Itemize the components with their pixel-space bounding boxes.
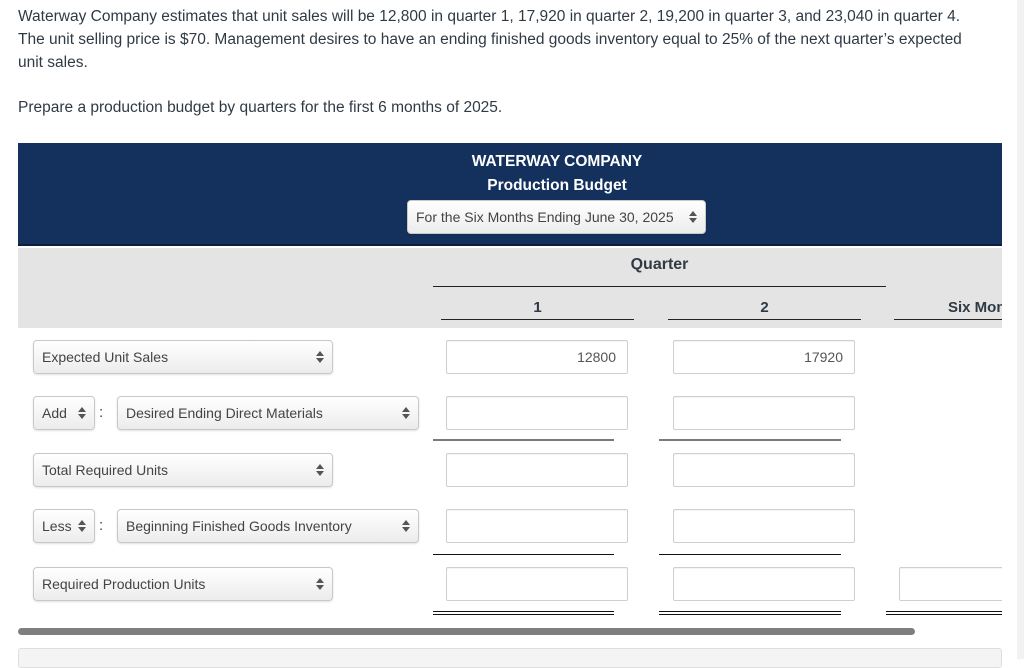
input-required-production-q2[interactable] <box>673 567 855 601</box>
row-label-value: Beginning Finished Goods Inventory <box>126 518 352 534</box>
input-expected-sales-q2[interactable]: 17920 <box>673 340 855 374</box>
input-total-required-q1[interactable] <box>446 453 628 487</box>
operator-select-add[interactable]: Add <box>33 396 95 430</box>
row-label-select-desired-ending[interactable]: Desired Ending Direct Materials <box>117 396 419 430</box>
input-expected-sales-q1[interactable]: 12800 <box>446 340 628 374</box>
column-header-q1: 1 <box>533 299 542 316</box>
row-label-value: Expected Unit Sales <box>42 349 169 365</box>
budget-header: WATERWAY COMPANY Production Budget For t… <box>18 143 1002 246</box>
horizontal-scrollbar-thumb[interactable] <box>18 628 915 635</box>
horizontal-scrollbar[interactable] <box>18 628 1002 636</box>
column-rule-q1 <box>441 319 634 320</box>
select-arrows-icon <box>78 406 86 420</box>
input-beginning-inventory-q1[interactable] <box>446 509 628 543</box>
separator-colon: : <box>99 404 104 421</box>
operator-value: Add <box>42 405 67 421</box>
row-label-value: Total Required Units <box>42 462 169 478</box>
page-scrollbar-gutter <box>1017 0 1024 659</box>
column-rule-q2 <box>668 319 861 320</box>
row-label-value: Desired Ending Direct Materials <box>126 405 323 421</box>
column-header-total: Six Months <box>948 299 1002 316</box>
subtotal-rule-q2 <box>659 439 841 441</box>
select-arrows-icon <box>316 463 324 477</box>
select-arrows-icon <box>316 350 324 364</box>
total-double-rule-q2 <box>659 611 841 615</box>
select-arrows-icon <box>78 519 86 533</box>
separator-colon: : <box>99 517 104 534</box>
subtotal-rule-q1 <box>433 439 614 441</box>
budget-worksheet: WATERWAY COMPANY Production Budget For t… <box>18 143 1002 625</box>
row-label-select-beginning-inventory[interactable]: Beginning Finished Goods Inventory <box>117 509 419 543</box>
input-required-production-q1[interactable] <box>446 567 628 601</box>
operator-value: Less <box>42 518 72 534</box>
input-beginning-inventory-q2[interactable] <box>673 509 855 543</box>
quarter-group-label: Quarter <box>630 256 689 273</box>
row-label-select-expected-unit-sales[interactable]: Expected Unit Sales <box>33 340 333 374</box>
select-arrows-icon <box>316 577 324 591</box>
problem-instruction: Prepare a production budget by quarters … <box>18 99 503 116</box>
input-desired-ending-q1[interactable] <box>446 396 628 430</box>
total-double-rule-six-months <box>886 611 1002 615</box>
input-total-required-q2[interactable] <box>673 453 855 487</box>
select-arrows-icon <box>402 406 410 420</box>
input-required-production-total[interactable] <box>899 567 1002 601</box>
row-label-select-required-production[interactable]: Required Production Units <box>33 567 333 601</box>
select-arrows-icon <box>689 210 697 224</box>
column-rule-total <box>894 319 1002 320</box>
operator-select-less[interactable]: Less <box>33 509 95 543</box>
column-header-q2: 2 <box>760 299 769 316</box>
subtotal-rule-q2 <box>659 554 841 555</box>
period-select-value: For the Six Months Ending June 30, 2025 <box>416 209 674 225</box>
problem-statement: Waterway Company estimates that unit sal… <box>18 8 962 71</box>
row-label-select-total-required[interactable]: Total Required Units <box>33 453 333 487</box>
bottom-panel <box>18 648 1002 668</box>
select-arrows-icon <box>402 519 410 533</box>
quarter-group-rule <box>433 286 886 287</box>
input-desired-ending-q2[interactable] <box>673 396 855 430</box>
total-double-rule-q1 <box>433 611 614 615</box>
subtotal-rule-q1 <box>433 554 614 555</box>
budget-title: Production Budget <box>487 177 627 194</box>
company-name: WATERWAY COMPANY <box>471 153 643 170</box>
row-label-value: Required Production Units <box>42 576 206 592</box>
period-select[interactable]: For the Six Months Ending June 30, 2025 <box>407 200 706 234</box>
